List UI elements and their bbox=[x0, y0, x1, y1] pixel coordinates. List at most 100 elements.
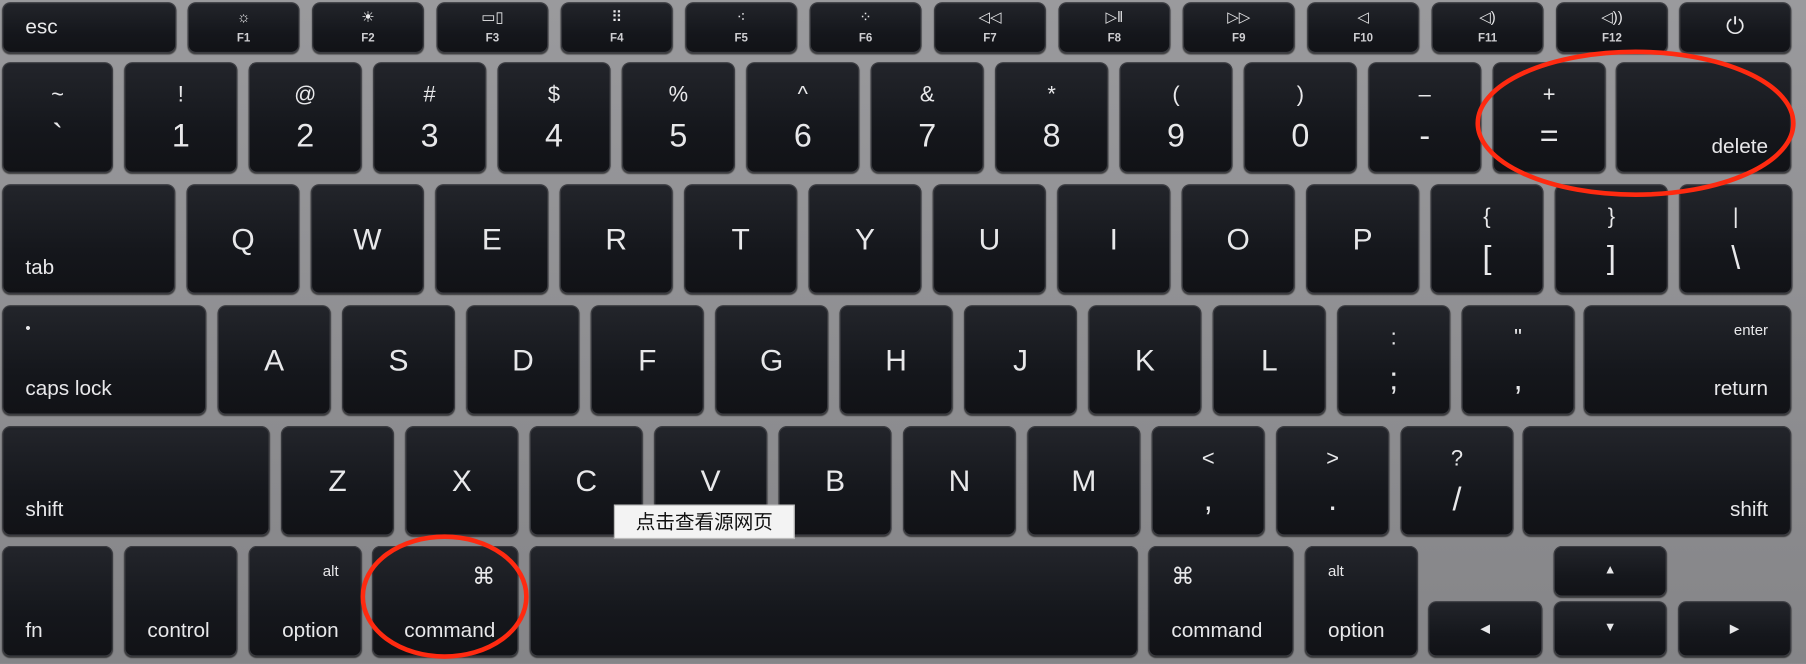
key-w[interactable]: W bbox=[310, 184, 424, 294]
key-g[interactable]: G bbox=[715, 305, 829, 415]
key-u[interactable]: U bbox=[932, 184, 1046, 294]
key-9[interactable]: (9 bbox=[1119, 62, 1233, 173]
key-semicolon[interactable]: :; bbox=[1337, 305, 1451, 415]
key-command-left[interactable]: command ⌘ bbox=[372, 545, 519, 657]
key-j[interactable]: J bbox=[964, 305, 1077, 415]
mission-control-icon: ▭▯ bbox=[481, 8, 504, 26]
key-arrow-right[interactable]: ▶ bbox=[1678, 601, 1792, 657]
key-n[interactable]: N bbox=[903, 426, 1016, 536]
key-tab[interactable]: tab bbox=[2, 184, 176, 294]
key-f[interactable]: F bbox=[590, 305, 704, 415]
key-slash[interactable]: ? / bbox=[1400, 426, 1514, 536]
key-bottom-symbol: 1 bbox=[171, 117, 190, 154]
key-f2[interactable]: ☀ F2 bbox=[312, 2, 424, 53]
key-shift-left[interactable]: shift bbox=[2, 426, 270, 536]
key-f6[interactable]: ⁘ F6 bbox=[809, 2, 922, 53]
key-r[interactable]: R bbox=[559, 184, 673, 294]
key-8[interactable]: * 8 bbox=[995, 62, 1109, 173]
key-label: F2 bbox=[361, 32, 375, 45]
key-label: T bbox=[731, 221, 750, 256]
key-label: H bbox=[885, 342, 907, 377]
key-f1[interactable]: ☼ F1 bbox=[187, 2, 300, 53]
key-shift-right[interactable]: shift bbox=[1522, 426, 1792, 536]
key-left-bracket[interactable]: {[ bbox=[1430, 184, 1544, 294]
key-return[interactable]: return enter bbox=[1583, 305, 1792, 415]
key-o[interactable]: O bbox=[1181, 184, 1295, 294]
key-option-left[interactable]: option alt bbox=[248, 545, 362, 657]
key-label: command bbox=[1171, 618, 1263, 642]
key-b[interactable]: B bbox=[778, 426, 892, 536]
key-option-right[interactable]: option alt bbox=[1304, 545, 1418, 657]
key-f12[interactable]: ◁)) F12 bbox=[1556, 2, 1668, 53]
key-equals[interactable]: + = bbox=[1492, 62, 1606, 173]
key-arrow-up[interactable]: ▲ bbox=[1553, 545, 1667, 597]
key-label: caps lock bbox=[25, 376, 112, 400]
volume-down-icon: ◁) bbox=[1479, 8, 1496, 26]
view-source-tooltip[interactable]: 点击查看源网页 bbox=[613, 504, 795, 540]
key-i[interactable]: I bbox=[1057, 184, 1171, 294]
key-arrow-down[interactable]: ▼ bbox=[1553, 601, 1667, 657]
key-x[interactable]: X bbox=[405, 426, 519, 536]
key-label: tab bbox=[25, 255, 55, 279]
key-l[interactable]: L bbox=[1212, 305, 1326, 415]
key-4[interactable]: $4 bbox=[497, 62, 611, 173]
key-label: option bbox=[282, 618, 339, 642]
key-f8[interactable]: ▷‖ F8 bbox=[1058, 2, 1171, 53]
key-f9[interactable]: ▷▷ F9 bbox=[1182, 2, 1295, 53]
key-backtick[interactable]: ~ ` bbox=[2, 62, 113, 173]
key-f5[interactable]: ⁖ F5 bbox=[685, 2, 798, 53]
key-top-symbol: $ bbox=[547, 82, 561, 108]
key-fn[interactable]: fn bbox=[2, 545, 113, 657]
key-2[interactable]: @2 bbox=[248, 62, 362, 173]
key-command-right[interactable]: command ⌘ bbox=[1148, 545, 1294, 657]
key-label: Z bbox=[328, 463, 347, 498]
key-0[interactable]: ) 0 bbox=[1243, 62, 1357, 173]
key-label: K bbox=[1134, 342, 1155, 377]
key-esc[interactable]: esc bbox=[2, 2, 177, 53]
key-1[interactable]: ! 1 bbox=[124, 62, 238, 173]
key-7[interactable]: & 7 bbox=[870, 62, 984, 173]
key-top-symbol: + bbox=[1542, 82, 1556, 108]
key-label: F8 bbox=[1107, 32, 1122, 45]
key-a[interactable]: A bbox=[217, 305, 331, 415]
key-power[interactable]: ⏻ bbox=[1679, 2, 1792, 53]
key-label: G bbox=[760, 342, 784, 377]
brightness-down-icon: ☼ bbox=[236, 8, 251, 26]
key-delete[interactable]: delete bbox=[1615, 62, 1792, 173]
key-6[interactable]: ^ 6 bbox=[746, 62, 860, 173]
key-control[interactable]: control bbox=[124, 545, 238, 657]
key-3[interactable]: #3 bbox=[373, 62, 487, 173]
key-top-symbol: : bbox=[1390, 325, 1397, 351]
key-label: F1 bbox=[236, 32, 251, 45]
key-period[interactable]: >. bbox=[1276, 426, 1390, 536]
key-arrow-left[interactable]: ◀ bbox=[1428, 601, 1543, 657]
key-5[interactable]: % 5 bbox=[621, 62, 735, 173]
key-e[interactable]: E bbox=[435, 184, 549, 294]
key-label: O bbox=[1226, 221, 1250, 256]
key-y[interactable]: Y bbox=[808, 184, 922, 294]
key-bottom-symbol: 7 bbox=[918, 117, 937, 154]
key-s[interactable]: S bbox=[342, 305, 455, 415]
key-comma[interactable]: <, bbox=[1151, 426, 1265, 536]
key-caps-lock[interactable]: caps lock • bbox=[2, 305, 207, 415]
key-q[interactable]: Q bbox=[186, 184, 300, 294]
key-t[interactable]: T bbox=[684, 184, 798, 294]
key-f10[interactable]: ◁ F10 bbox=[1307, 2, 1420, 53]
key-right-bracket[interactable]: }] bbox=[1554, 184, 1668, 294]
key-d[interactable]: D bbox=[466, 305, 580, 415]
key-z[interactable]: Z bbox=[281, 426, 394, 536]
key-bottom-symbol: , bbox=[1203, 481, 1213, 518]
key-f7[interactable]: ◁◁ F7 bbox=[934, 2, 1046, 53]
key-top-symbol: ( bbox=[1172, 82, 1180, 108]
key-k[interactable]: K bbox=[1088, 305, 1202, 415]
key-h[interactable]: H bbox=[839, 305, 953, 415]
key-minus[interactable]: – - bbox=[1368, 62, 1482, 173]
key-f11[interactable]: ◁) F11 bbox=[1431, 2, 1544, 53]
key-backslash[interactable]: | \ bbox=[1679, 184, 1793, 294]
key-m[interactable]: M bbox=[1027, 426, 1141, 536]
key-space[interactable] bbox=[529, 545, 1138, 657]
key-f4[interactable]: ⠿ F4 bbox=[560, 2, 673, 53]
key-f3[interactable]: ▭▯ F3 bbox=[436, 2, 549, 53]
key-p[interactable]: P bbox=[1306, 184, 1420, 294]
key-quote[interactable]: ", bbox=[1461, 305, 1575, 415]
